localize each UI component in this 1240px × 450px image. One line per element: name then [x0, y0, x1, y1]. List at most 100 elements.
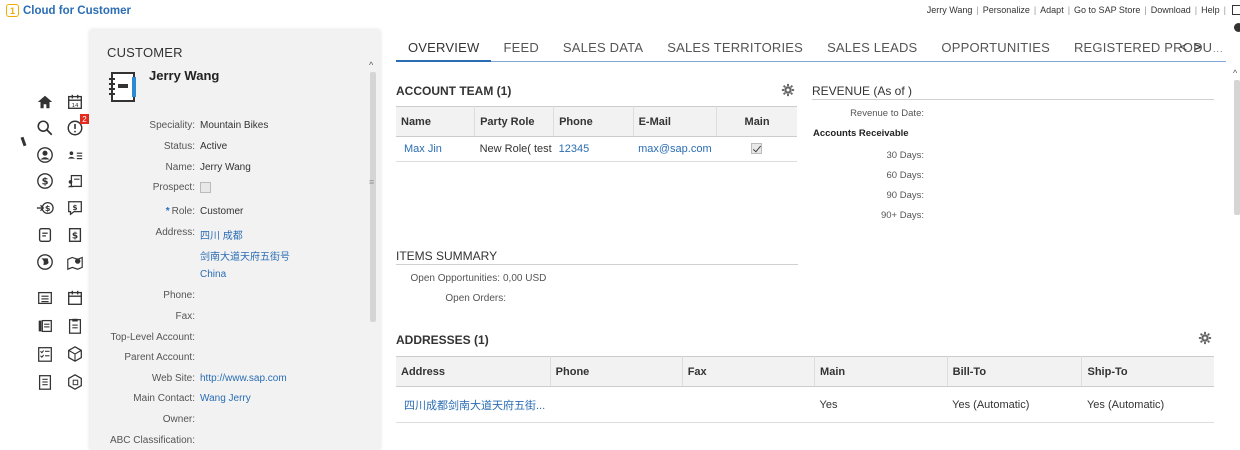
address-line-3[interactable]: China: [200, 269, 226, 280]
field-parent-account: Parent Account:: [90, 352, 370, 366]
calendar-clock-icon[interactable]: [65, 288, 85, 308]
field-label: Speciality:: [149, 120, 195, 131]
addresses-title: ADDRESSES (1): [396, 333, 489, 347]
field-value: Active: [200, 141, 228, 152]
tab-next-icon[interactable]: >: [1194, 40, 1201, 54]
top-link-download[interactable]: Download: [1151, 5, 1191, 15]
col-main[interactable]: Main: [814, 356, 948, 387]
col-ship-to[interactable]: Ship-To: [1081, 356, 1214, 387]
book-icon[interactable]: [35, 316, 55, 336]
people-list-icon[interactable]: [65, 145, 85, 165]
prospect-checkbox[interactable]: [200, 182, 211, 193]
address-value[interactable]: 四川成都剑南大道天府五街...: [396, 386, 551, 423]
globe-icon[interactable]: [35, 252, 55, 272]
account-team-settings-icon[interactable]: [781, 83, 795, 97]
search-icon[interactable]: [35, 118, 55, 138]
col-party-role[interactable]: Party Role: [474, 106, 555, 137]
top-link-user[interactable]: Jerry Wang: [927, 5, 973, 15]
tab-feed[interactable]: FEED: [491, 40, 550, 62]
top-link-help[interactable]: Help: [1201, 5, 1220, 15]
field-main-contact: Main Contact: Wang Jerry: [90, 393, 370, 407]
field-label: Owner:: [162, 414, 195, 425]
main-scrollbar[interactable]: [1234, 80, 1240, 215]
customer-name: Jerry Wang: [149, 68, 220, 83]
home-icon[interactable]: [35, 92, 55, 112]
col-name[interactable]: Name: [396, 106, 476, 137]
address-line-1[interactable]: 四川 成都: [200, 227, 243, 242]
field-label: Address:: [155, 227, 195, 238]
field-value: Jerry Wang: [200, 162, 251, 173]
col-phone[interactable]: Phone: [553, 106, 634, 137]
field-abc-classification: ABC Classification:: [90, 435, 370, 449]
field-label: Name:: [165, 162, 195, 173]
contacts-card-icon[interactable]: [65, 171, 85, 191]
package-icon[interactable]: [65, 372, 85, 392]
field-label: Prospect:: [152, 182, 195, 193]
field-top-level-account: Top-Level Account:: [90, 332, 370, 346]
top-link-sap-store[interactable]: Go to SAP Store: [1074, 5, 1140, 15]
address-line-2[interactable]: 剑南大道天府五街号: [200, 248, 290, 263]
window-icon[interactable]: [1232, 5, 1240, 15]
document-icon[interactable]: [35, 225, 55, 245]
alert-icon[interactable]: 2: [65, 114, 89, 138]
col-fax[interactable]: Fax: [682, 356, 816, 387]
main-checkbox[interactable]: [751, 143, 763, 154]
col-main[interactable]: Main: [716, 106, 797, 137]
field-label: Web Site:: [151, 373, 195, 384]
open-opportunities-label: Open Opportunities:: [410, 273, 501, 284]
panel-scrollbar[interactable]: [370, 72, 376, 322]
calendar-icon[interactable]: 14: [65, 92, 85, 112]
web-site-link[interactable]: http://www.sap.com: [200, 373, 287, 384]
tab-opportunities[interactable]: OPPORTUNITIES: [929, 40, 1062, 62]
table-row[interactable]: 四川成都剑南大道天府五街... Yes Yes (Automatic) Yes …: [396, 386, 1214, 423]
table-header-row: Address Phone Fax Main Bill-To Ship-To: [396, 356, 1214, 387]
svg-text:14: 14: [72, 103, 79, 109]
team-member-phone[interactable]: 12345: [553, 136, 634, 162]
box-icon[interactable]: [65, 344, 85, 364]
col-bill-to[interactable]: Bill-To: [947, 356, 1083, 387]
main-contact-link[interactable]: Wang Jerry: [200, 393, 251, 404]
address-fax: [682, 386, 815, 423]
money-doc-icon[interactable]: $: [65, 225, 85, 245]
list-icon[interactable]: [35, 288, 55, 308]
tab-sales-territories[interactable]: SALES TERRITORIES: [655, 40, 815, 62]
clipboard-icon[interactable]: [65, 316, 85, 336]
team-member-name[interactable]: Max Jin: [396, 136, 475, 162]
top-link-adapt[interactable]: Adapt: [1040, 5, 1064, 15]
col-email[interactable]: E-Mail: [633, 106, 718, 137]
map-pin-icon[interactable]: [65, 252, 85, 272]
col-address[interactable]: Address: [396, 356, 551, 387]
top-bar: 1 Cloud for Customer Jerry Wang | Persona…: [0, 0, 1240, 22]
splitter-handle[interactable]: ≡: [369, 177, 374, 187]
top-link-personalize[interactable]: Personalize: [983, 5, 1030, 15]
customer-panel: CUSTOMER Jerry Wang ^ Speciality: Mounta…: [90, 30, 380, 450]
field-status: Status: Active: [90, 141, 370, 155]
table-row[interactable]: Max Jin New Role( test b... 12345 max@sa…: [396, 136, 797, 162]
field-label: Status:: [163, 141, 195, 152]
addresses-settings-icon[interactable]: [1198, 331, 1212, 345]
tab-prev-icon[interactable]: <: [1180, 40, 1187, 54]
tab-sales-data[interactable]: SALES DATA: [551, 40, 655, 62]
report-icon[interactable]: [35, 372, 55, 392]
brand[interactable]: 1 Cloud for Customer: [6, 4, 131, 17]
panel-scroll-up-icon[interactable]: ^: [369, 60, 373, 70]
field-owner: Owner:: [90, 414, 370, 428]
field-address-2: 剑南大道天府五街号: [90, 248, 370, 263]
team-member-email[interactable]: max@sap.com: [633, 136, 717, 162]
transfer-dollar-icon[interactable]: $: [35, 198, 55, 218]
tab-sales-leads[interactable]: SALES LEADS: [815, 40, 929, 62]
person-icon[interactable]: [35, 145, 55, 165]
invoice-icon[interactable]: $: [65, 198, 85, 218]
team-member-role: New Role( test b...: [474, 136, 554, 162]
field-label: Phone:: [163, 290, 195, 301]
main-scroll-up-icon[interactable]: ^: [1233, 68, 1237, 78]
tab-more-icon[interactable]: ...: [1213, 44, 1224, 54]
items-summary-divider: [396, 264, 798, 265]
col-phone[interactable]: Phone: [550, 356, 683, 387]
svg-text:$: $: [45, 203, 51, 213]
tab-overview[interactable]: OVERVIEW: [396, 40, 492, 62]
revenue-to-date-label: Revenue to Date:: [850, 108, 924, 119]
checklist-icon[interactable]: [35, 344, 55, 364]
dollar-icon[interactable]: $: [35, 171, 55, 191]
dot-icon: [1234, 23, 1240, 32]
